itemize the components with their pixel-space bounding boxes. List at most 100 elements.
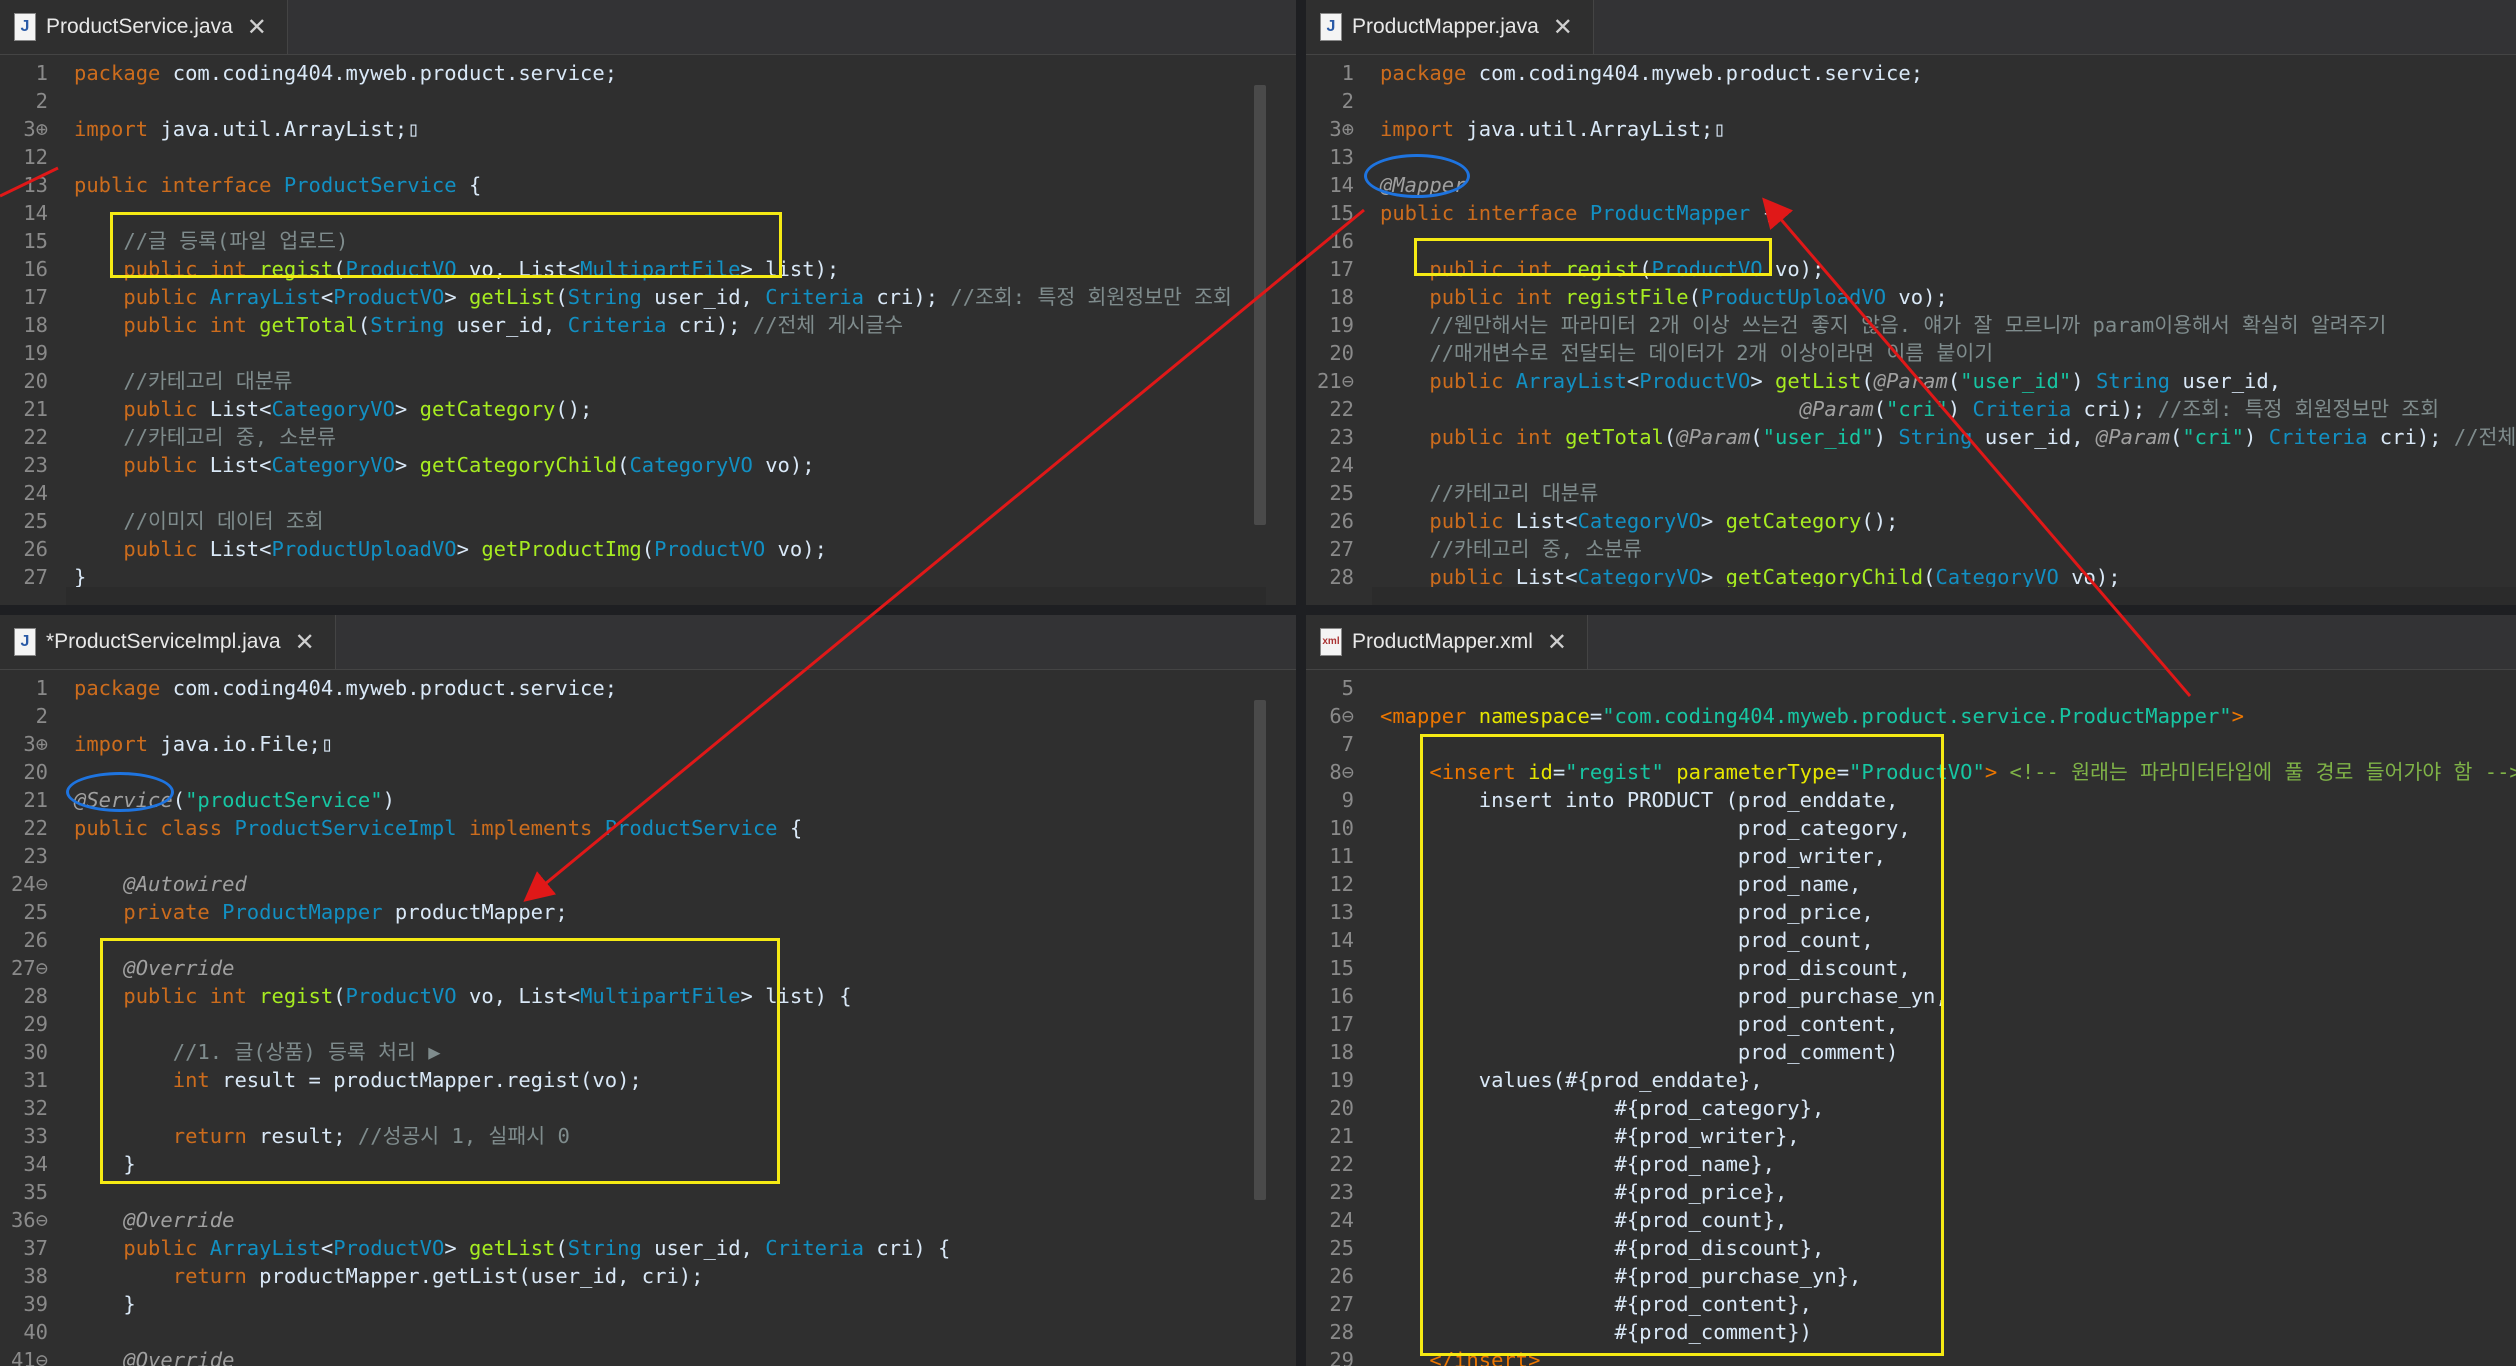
code-token: getCategory	[419, 397, 556, 421]
line-number: 3⊕	[23, 117, 48, 141]
code-token: (	[555, 285, 568, 309]
code-line[interactable]: public ArrayList<ProductVO> getList(@Par…	[1380, 367, 2281, 395]
code-line[interactable]: //이미지 데이터 조회	[74, 507, 323, 535]
code-line[interactable]: private ProductMapper productMapper;	[74, 898, 567, 926]
code-token: Criteria	[765, 1236, 864, 1260]
code-area[interactable]: package com.coding404.myweb.product.serv…	[1372, 55, 2516, 605]
vertical-scrollbar[interactable]	[1254, 85, 1266, 525]
code-line[interactable]: }	[74, 1290, 135, 1318]
tab-product-service-java[interactable]: J ProductService.java ✕	[0, 0, 288, 54]
code-line[interactable]: @Override	[74, 1206, 234, 1234]
tab-label: ProductMapper.xml	[1352, 630, 1533, 653]
line-number: 17	[23, 285, 48, 309]
code-token: public	[123, 397, 210, 421]
line-number: 14	[1329, 173, 1354, 197]
code-line[interactable]: public ArrayList<ProductVO> getList(Stri…	[74, 283, 1232, 311]
editor-pane-product-mapper: J ProductMapper.java ✕ 1 2 3⊕ 13 14 15 16 17 18 1…	[1306, 0, 2516, 605]
code-token: com.coding404.myweb.product.service;	[1478, 61, 1924, 85]
code-line[interactable]: public class ProductServiceImpl implemen…	[74, 814, 802, 842]
horizontal-scrollbar[interactable]	[66, 587, 1266, 605]
code-token: (	[172, 788, 186, 812]
horizontal-scrollbar[interactable]	[1372, 587, 2516, 605]
code-line[interactable]: //카테고리 중, 소분류	[74, 423, 336, 451]
line-number: 18	[1329, 1040, 1354, 1064]
code-token: (	[1663, 425, 1677, 449]
code-token: //전체 게시글수	[752, 313, 904, 337]
code-token: @Param	[1873, 369, 1948, 393]
code-line[interactable]: public int getTotal(@Param("user_id") St…	[1380, 423, 2516, 451]
line-number: 31	[23, 1068, 48, 1092]
code-line[interactable]: <mapper namespace="com.coding404.myweb.p…	[1380, 702, 2244, 730]
code-line[interactable]: public List<CategoryVO> getCategory();	[1380, 507, 1898, 535]
code-token: cri);	[2367, 425, 2454, 449]
code-token: (	[1861, 369, 1874, 393]
line-number: 24	[1329, 1208, 1354, 1232]
code-editor[interactable]: 1 2 3⊕ 12 13 14 15 16 17 18 19 20 21 22 23 24 25 26 27 pac…	[0, 55, 1296, 605]
line-number: 25	[23, 900, 48, 924]
code-token: "user_id"	[1762, 425, 1874, 449]
code-line[interactable]: //카테고리 대분류	[1380, 479, 1598, 507]
code-line[interactable]: public ArrayList<ProductVO> getList(Stri…	[74, 1234, 950, 1262]
code-token: com.coding404.myweb.product.service;	[172, 676, 618, 700]
code-line[interactable]: public int registFile(ProductUploadVO vo…	[1380, 283, 1947, 311]
code-line[interactable]: //매개변수로 전달되는 데이터가 2개 이상이라면 이름 붙이기	[1380, 339, 1993, 367]
code-line[interactable]: import java.io.File;▯	[74, 730, 333, 758]
code-token: vo);	[752, 453, 815, 477]
code-line[interactable]: import java.util.ArrayList;▯	[74, 115, 420, 143]
line-number: 9	[1341, 788, 1354, 812]
tab-product-mapper-java[interactable]: J ProductMapper.java ✕	[1306, 0, 1594, 54]
code-area[interactable]: package com.coding404.myweb.product.serv…	[66, 55, 1296, 605]
code-line[interactable]: public interface ProductService {	[74, 171, 481, 199]
code-token: package	[74, 61, 173, 85]
code-line[interactable]: package com.coding404.myweb.product.serv…	[74, 59, 617, 87]
line-number: 20	[23, 369, 48, 393]
line-number: 15	[1329, 956, 1354, 980]
line-number: 26	[23, 928, 48, 952]
code-token: getProductImg	[481, 537, 642, 561]
java-file-icon: J	[14, 628, 36, 656]
code-token: >	[444, 1236, 469, 1260]
code-token: private	[123, 900, 223, 924]
code-editor[interactable]: 1 2 3⊕ 13 14 15 16 17 18 19 20 21⊖ 22 23 24 25 26 27 28 pa…	[1306, 55, 2516, 605]
code-line[interactable]: //웬만해서는 파라미터 2개 이상 쓰는건 좋지 않음. 얘가 잘 모르니까 …	[1380, 311, 2386, 339]
line-number: 22	[23, 816, 48, 840]
code-line[interactable]: public int getTotal(String user_id, Crit…	[74, 311, 903, 339]
code-line[interactable]: //카테고리 대분류	[74, 367, 292, 395]
code-line[interactable]: public List<CategoryVO> getCategoryChild…	[74, 451, 815, 479]
code-line[interactable]: @Autowired	[74, 870, 246, 898]
vertical-scrollbar[interactable]	[1254, 700, 1266, 1200]
tab-product-service-impl-java[interactable]: J *ProductServiceImpl.java ✕	[0, 615, 336, 669]
code-line[interactable]: @Override	[74, 1346, 234, 1366]
code-token: (	[1750, 425, 1763, 449]
code-token: List<	[1515, 565, 1578, 589]
circle-service-annotation	[66, 772, 174, 812]
close-icon[interactable]: ✕	[1553, 13, 1573, 42]
code-line[interactable]: //카테고리 중, 소분류	[1380, 535, 1642, 563]
code-line[interactable]: import java.util.ArrayList;▯	[1380, 115, 1726, 143]
line-number: 28	[1329, 565, 1354, 589]
code-line[interactable]: package com.coding404.myweb.product.serv…	[74, 674, 617, 702]
line-number: 19	[23, 341, 48, 365]
line-number: 20	[23, 760, 48, 784]
code-line[interactable]: public List<CategoryVO> getCategory();	[74, 395, 592, 423]
tab-product-mapper-xml[interactable]: xml ProductMapper.xml ✕	[1306, 615, 1589, 669]
code-line[interactable]: public interface ProductMapper {	[1380, 199, 1775, 227]
code-token: user_id,	[444, 313, 568, 337]
line-number: 26	[1329, 509, 1354, 533]
close-icon[interactable]: ✕	[1547, 628, 1567, 657]
code-token: cri) {	[863, 1236, 951, 1260]
code-line[interactable]: package com.coding404.myweb.product.serv…	[1380, 59, 1923, 87]
code-line[interactable]: @Param("cri") Criteria cri); //조회: 특정 회원…	[1380, 395, 2439, 423]
code-token: CategoryVO	[629, 453, 753, 477]
code-token: @Param	[2095, 425, 2170, 449]
code-line[interactable]: public List<ProductUploadVO> getProductI…	[74, 535, 827, 563]
close-icon[interactable]: ✕	[295, 628, 315, 657]
line-number: 14	[1329, 928, 1354, 952]
code-line[interactable]: return productMapper.getList(user_id, cr…	[74, 1262, 704, 1290]
close-icon[interactable]: ✕	[247, 13, 267, 42]
